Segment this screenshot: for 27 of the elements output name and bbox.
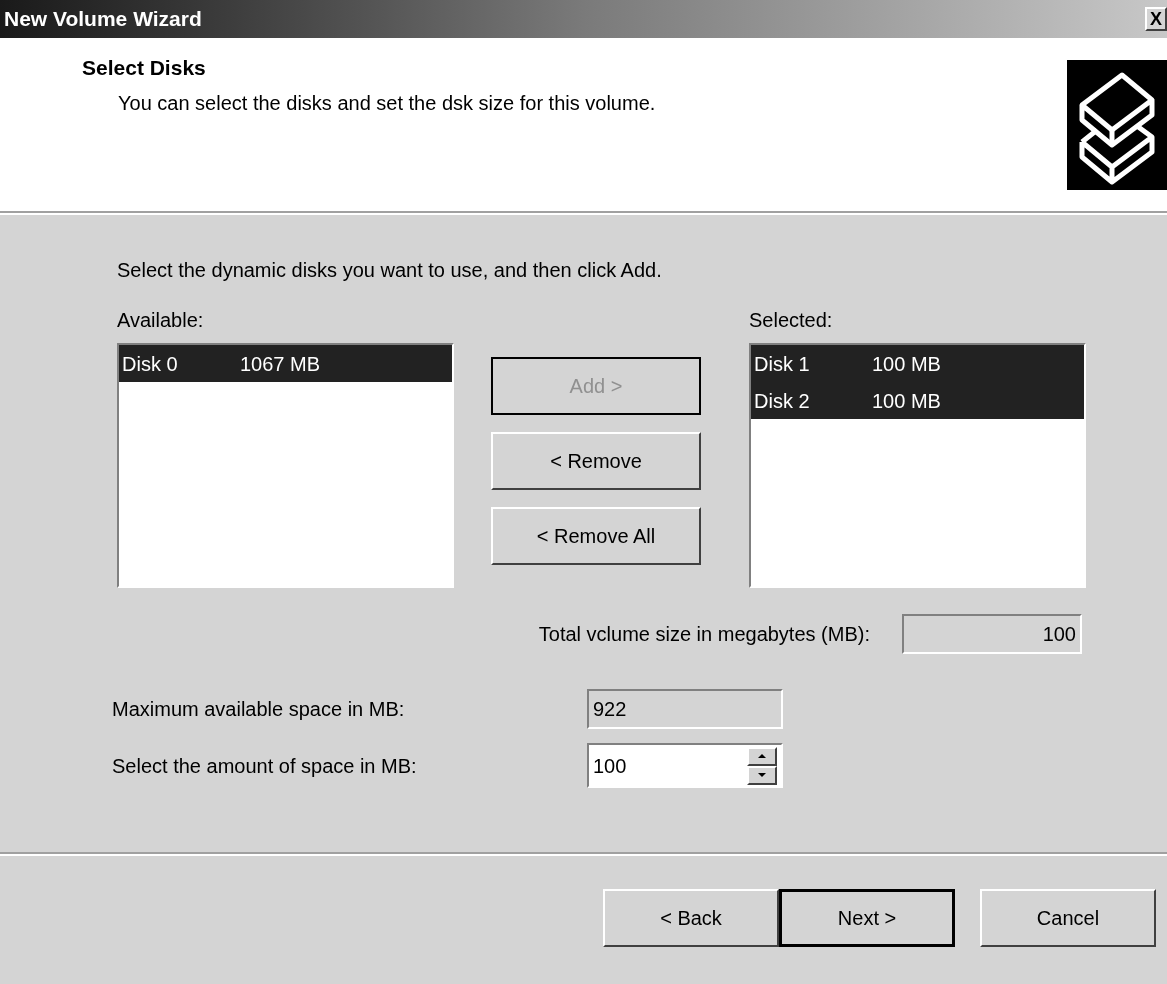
instruction-text: Select the dynamic disks you want to use, and then click Add. [117,258,663,283]
footer-button[interactable]: Cancel [980,889,1156,947]
spin-up-button[interactable] [747,746,777,766]
close-button[interactable]: X [1145,7,1167,31]
transfer-button[interactable]: < Remove All [491,507,701,565]
disk-list-item[interactable]: Disk 2 100 MB [751,382,1084,419]
amount-label: Select the amount of space in MB: [112,753,418,779]
list-label: Available: [117,308,205,331]
amount-value: 100 [593,753,627,779]
total-size-field: 100 [902,614,1082,654]
list-label: Selected: [749,308,834,331]
footer-button[interactable]: Next > [779,889,955,947]
page-subtitle: You can select the disks and set the dsk size for this volume. [117,90,656,116]
amount-spin-field[interactable]: 100 [587,743,783,788]
disk-list[interactable]: Disk 0 1067 MB [117,343,454,588]
transfer-button[interactable]: < Remove [491,432,701,490]
page-title: Select Disks [82,55,207,81]
up-arrow-icon [758,754,766,758]
disk-list[interactable]: Disk 1 100 MB Disk 2 100 MB [749,343,1086,588]
footer-button[interactable]: < Back [603,889,779,947]
disk-list-item[interactable]: Disk 1 100 MB [751,345,1084,382]
max-space-field: 922 [587,689,783,729]
down-arrow-icon [758,773,766,777]
max-space-label: Maximum available space in MB: [112,697,406,722]
total-size-label: Total vclume size in megabytes (MB): [538,622,870,647]
window-title: New Volume Wizard [3,6,202,33]
disk-list-item[interactable]: Disk 0 1067 MB [119,345,452,382]
